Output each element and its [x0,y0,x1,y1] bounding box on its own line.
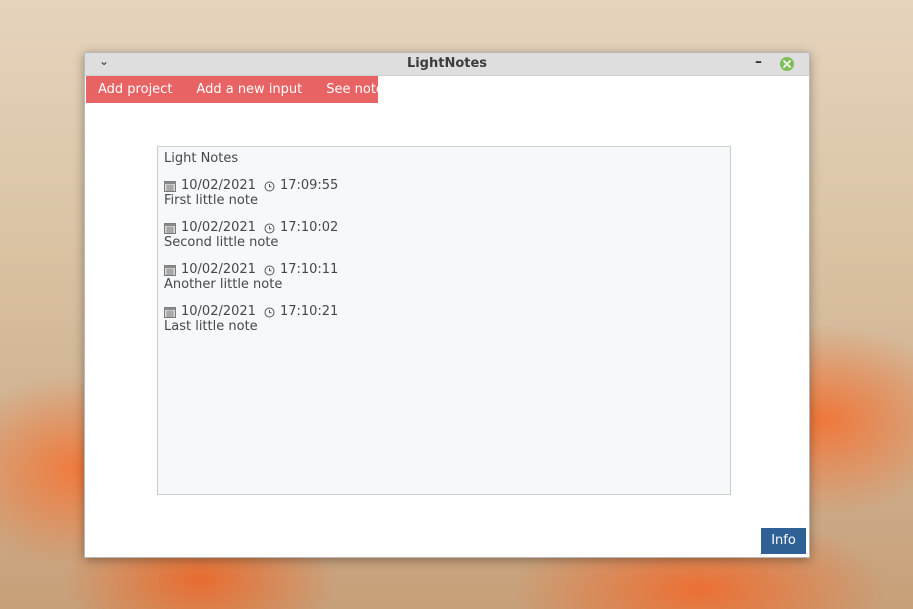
close-icon [783,60,791,68]
clock-icon [264,181,275,191]
menu-add-project[interactable]: Add project [86,76,184,103]
notes-panel-title: Light Notes [164,151,239,166]
note-item: 10/02/2021 17:10:02 Second little note [164,220,704,252]
note-item: 10/02/2021 17:10:21 Last little note [164,304,704,336]
note-date: 10/02/2021 [181,178,256,193]
note-time: 17:09:55 [279,178,339,193]
note-date: 10/02/2021 [181,304,256,319]
close-button[interactable] [780,57,794,71]
minimize-button[interactable]: – [755,54,762,70]
note-item: 10/02/2021 17:10:11 Another little note [164,262,704,294]
app-window: ⌄ LightNotes – Add project Add a new inp… [84,52,810,558]
note-meta: 10/02/2021 17:10:11 [164,262,704,278]
info-button[interactable]: Info [761,528,806,554]
note-item: 10/02/2021 17:09:55 First little note [164,178,704,210]
title-bar[interactable]: ⌄ LightNotes – [85,53,809,76]
calendar-icon [164,306,176,318]
calendar-icon [164,264,176,276]
note-text: Last little note [164,319,258,334]
window-title: LightNotes [406,56,488,71]
menu-bar: Add project Add a new input See notes [86,76,391,103]
note-time: 17:10:02 [279,220,339,235]
clock-icon [264,265,275,275]
note-meta: 10/02/2021 17:09:55 [164,178,704,194]
note-meta: 10/02/2021 17:10:02 [164,220,704,236]
clock-icon [264,307,275,317]
note-text: Another little note [164,277,283,292]
note-text: First little note [164,193,258,208]
clock-icon [264,223,275,233]
menu-see-notes[interactable]: See notes [314,76,402,103]
notes-panel[interactable]: Light Notes 10/02/2021 17:09:55 First li… [157,146,731,495]
note-date: 10/02/2021 [181,220,256,235]
note-time: 17:10:21 [279,304,339,319]
note-time: 17:10:11 [279,262,339,277]
note-text: Second little note [164,235,279,250]
menu-add-new-input[interactable]: Add a new input [184,76,314,103]
note-date: 10/02/2021 [181,262,256,277]
calendar-icon [164,180,176,192]
calendar-icon [164,222,176,234]
note-meta: 10/02/2021 17:10:21 [164,304,704,320]
